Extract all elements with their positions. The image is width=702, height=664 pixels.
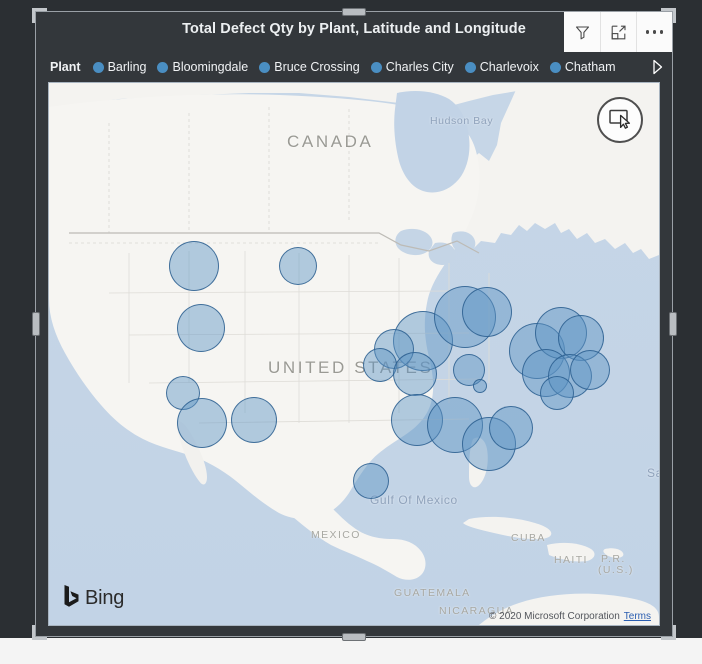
resize-handle-bottom[interactable] bbox=[343, 634, 365, 640]
focus-mode-button[interactable] bbox=[600, 12, 636, 52]
map-bubble[interactable] bbox=[540, 376, 574, 410]
legend-item-bloomingdale[interactable]: Bloomingdale bbox=[157, 60, 248, 74]
map-bubble[interactable] bbox=[177, 398, 227, 448]
filter-icon bbox=[574, 24, 591, 41]
legend-color-dot bbox=[549, 61, 561, 73]
map-bubble[interactable] bbox=[489, 406, 533, 450]
map-attribution: © 2020 Microsoft Corporation Terms bbox=[489, 611, 651, 622]
map-bubble[interactable] bbox=[231, 397, 277, 443]
filter-button[interactable] bbox=[564, 12, 600, 52]
legend: Plant Barling Bloomingdale Bruce Crossin… bbox=[36, 52, 672, 82]
focus-mode-icon bbox=[610, 24, 627, 41]
legend-item-label: Chatham bbox=[564, 60, 616, 74]
resize-handle-top[interactable] bbox=[343, 9, 365, 15]
resize-handle-bottom-right[interactable] bbox=[661, 625, 676, 640]
chevron-right-icon bbox=[652, 59, 662, 75]
resize-handle-right[interactable] bbox=[670, 313, 676, 335]
legend-item-chatham[interactable]: Chatham bbox=[549, 60, 616, 74]
legend-item-label: Charles City bbox=[385, 60, 454, 74]
bing-wordmark: Bing bbox=[85, 587, 125, 609]
visual-header-toolbar bbox=[564, 12, 672, 52]
report-canvas: Total Defect Qty by Plant, Latitude and … bbox=[0, 0, 702, 664]
rectangle-cursor-icon bbox=[608, 107, 632, 134]
legend-item-label: Charlevoix bbox=[479, 60, 539, 74]
map-bubble[interactable] bbox=[279, 247, 317, 285]
map-bubble[interactable] bbox=[570, 350, 610, 390]
legend-item-label: Barling bbox=[107, 60, 147, 74]
legend-item-charles-city[interactable]: Charles City bbox=[370, 60, 454, 74]
map-bubble[interactable] bbox=[393, 352, 437, 396]
legend-item-label: Bruce Crossing bbox=[274, 60, 360, 74]
bing-mark-icon bbox=[63, 584, 80, 613]
legend-item-barling[interactable]: Barling bbox=[92, 60, 147, 74]
map-select-tool-button[interactable] bbox=[597, 97, 643, 143]
legend-item-bruce-crossing[interactable]: Bruce Crossing bbox=[259, 60, 360, 74]
map-bubble[interactable] bbox=[169, 241, 219, 291]
resize-handle-top-left[interactable] bbox=[32, 8, 47, 23]
map-bubble[interactable] bbox=[462, 287, 512, 337]
map-visual[interactable]: Total Defect Qty by Plant, Latitude and … bbox=[32, 8, 676, 640]
resize-handle-left[interactable] bbox=[33, 313, 39, 335]
resize-handle-bottom-left[interactable] bbox=[32, 625, 47, 640]
terms-link[interactable]: Terms bbox=[624, 611, 651, 622]
resize-handle-top-right[interactable] bbox=[661, 8, 676, 23]
map-bubble[interactable] bbox=[353, 463, 389, 499]
legend-color-dot bbox=[370, 61, 382, 73]
copyright-text: © 2020 Microsoft Corporation bbox=[489, 611, 620, 622]
legend-item-charlevoix[interactable]: Charlevoix bbox=[464, 60, 539, 74]
legend-title: Plant bbox=[50, 60, 81, 74]
legend-color-dot bbox=[259, 61, 271, 73]
map-bubble[interactable] bbox=[363, 348, 397, 382]
visual-header: Total Defect Qty by Plant, Latitude and … bbox=[36, 12, 672, 52]
bing-logo[interactable]: Bing bbox=[63, 584, 124, 613]
map-area[interactable]: CANADA Hudson Bay UNITED STATES Gulf Of … bbox=[48, 82, 660, 626]
legend-color-dot bbox=[92, 61, 104, 73]
legend-next-page-button[interactable] bbox=[648, 56, 666, 78]
more-options-icon bbox=[645, 30, 664, 34]
map-bubble[interactable] bbox=[177, 304, 225, 352]
map-bubble[interactable] bbox=[473, 379, 487, 393]
legend-item-label: Bloomingdale bbox=[172, 60, 249, 74]
legend-color-dot bbox=[157, 61, 169, 73]
legend-color-dot bbox=[464, 61, 476, 73]
